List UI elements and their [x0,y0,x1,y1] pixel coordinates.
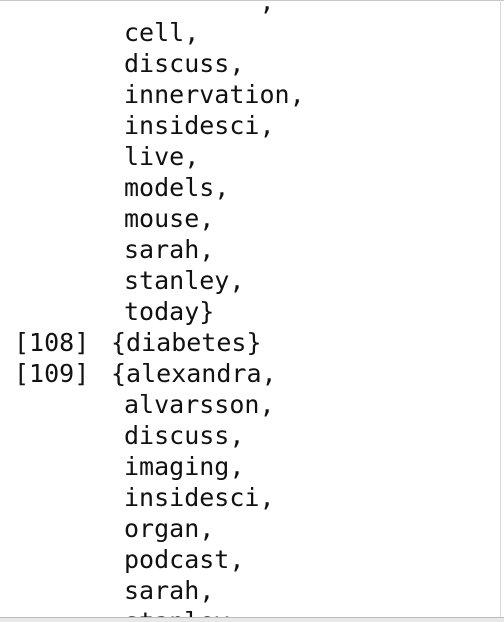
output-line: alvarsson, [0,389,500,420]
line-text: models, [124,173,230,202]
output-line: [108] {diabetes} [0,327,500,358]
output-line: innervation, [0,79,500,110]
line-text: alvarsson, [124,390,275,419]
output-line: mouse, [0,203,500,234]
output-line: sarah, [0,234,500,265]
line-text: stanley, [124,266,245,295]
line-text: discuss, [124,49,245,78]
line-text: stanley, [124,607,244,617]
output-line: stanley, [0,606,500,617]
line-text: sarah, [124,576,215,605]
line-text: live, [124,142,200,171]
line-text: imaging, [124,452,245,481]
line-text: discuss, [124,421,245,450]
line-text: sarah, [124,235,215,264]
output-line: imaging, [0,451,500,482]
line-text: insidesci, [124,111,275,140]
output-line: today} [0,296,500,327]
line-text: innervation, [124,80,305,109]
bottom-border [0,617,504,622]
output-line: live, [0,141,500,172]
output-line: discuss, [0,420,500,451]
output-line: sarah, [0,575,500,606]
output-line: stanley, [0,265,500,296]
line-text: podcast, [124,545,245,574]
line-text: cell, [124,18,200,47]
line-text: , [124,0,275,16]
line-text: today} [124,297,215,326]
output-line: insidesci, [0,482,500,513]
output-line: insidesci, [0,110,500,141]
output-line: organ, [0,513,500,544]
line-index: [108] [14,328,90,357]
line-text: organ, [124,514,215,543]
line-index: [109] [14,359,90,388]
output-line: [109] {alexandra, [0,358,500,389]
line-text: mouse, [124,204,215,233]
line-text: {alexandra, [111,359,277,388]
output-line: podcast, [0,544,500,575]
output-line: models, [0,172,500,203]
right-border [500,0,501,617]
output-line: discuss, [0,48,500,79]
console-output[interactable]: , cell, discuss, innervation, insidesci,… [0,0,500,617]
line-text: insidesci, [124,483,275,512]
output-line: , [0,0,500,17]
line-text: {diabetes} [111,328,262,357]
output-line: cell, [0,17,500,48]
